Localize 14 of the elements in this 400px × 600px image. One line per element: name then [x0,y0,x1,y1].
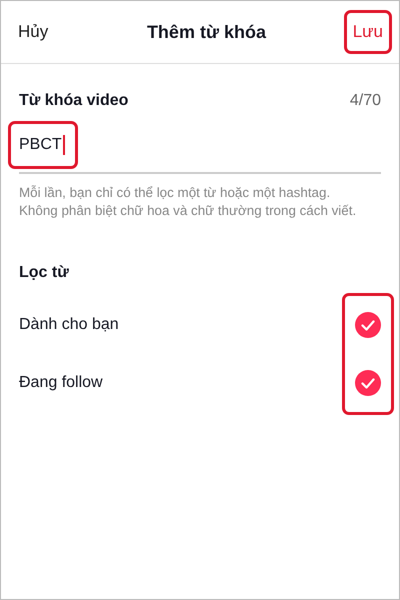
save-button[interactable]: Lưu [346,13,389,51]
option-label: Dành cho bạn [19,315,119,335]
checkbox[interactable] [355,370,381,396]
check-icon [361,320,375,330]
section-title: Lọc từ [19,264,70,282]
option-label: Đang follow [19,373,104,393]
page-title: Thêm từ khóa [146,22,266,42]
checkbox[interactable] [355,312,381,338]
character-counter: 4/70 [350,92,381,110]
hint-text: Mỗi lần, bạn chỉ có thể lọc một từ hoặc một hashtag. Không phân biệt chữ hoa và chữ thường trong cách viết. [19,184,358,220]
cancel-button[interactable]: Hủy [18,22,48,42]
check-icon [361,378,375,388]
keyword-field[interactable]: PBCT [11,124,75,166]
field-label: Từ khóa video [19,92,128,110]
